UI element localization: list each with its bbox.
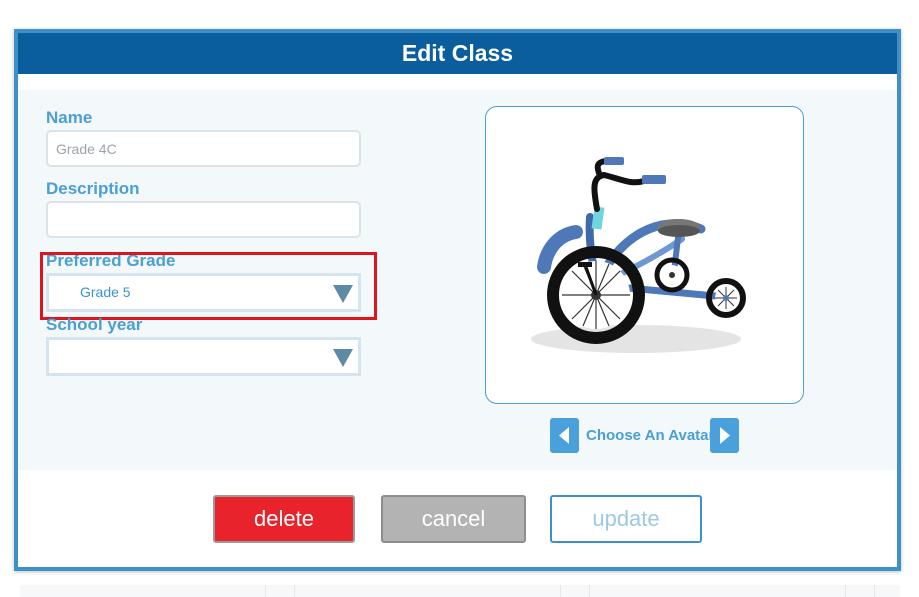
chevron-right-icon xyxy=(720,427,730,444)
background-page-strip xyxy=(20,585,900,597)
description-label: Description xyxy=(46,179,140,198)
update-button[interactable]: update xyxy=(550,495,702,543)
cancel-button[interactable]: cancel xyxy=(381,495,526,543)
dialog-title: Edit Class xyxy=(18,33,897,74)
chevron-left-icon xyxy=(559,427,569,444)
name-input[interactable] xyxy=(46,130,361,167)
avatar-preview xyxy=(485,106,804,404)
school-year-select[interactable] xyxy=(46,337,361,376)
background-divider xyxy=(265,585,295,597)
background-divider xyxy=(560,585,590,597)
edit-class-dialog: Edit Class Name Description Preferred Gr… xyxy=(14,29,901,571)
delete-button[interactable]: delete xyxy=(213,495,355,543)
previous-avatar-button[interactable] xyxy=(550,418,579,453)
tricycle-icon xyxy=(531,157,746,353)
background-divider xyxy=(845,585,875,597)
highlight-annotation xyxy=(40,252,377,320)
name-label: Name xyxy=(46,108,93,127)
choose-avatar-label: Choose An Avatar xyxy=(586,427,715,444)
school-year-label: School year xyxy=(46,315,143,334)
next-avatar-button[interactable] xyxy=(710,418,739,453)
dropdown-arrow-icon xyxy=(333,349,353,367)
description-input[interactable] xyxy=(46,201,361,238)
